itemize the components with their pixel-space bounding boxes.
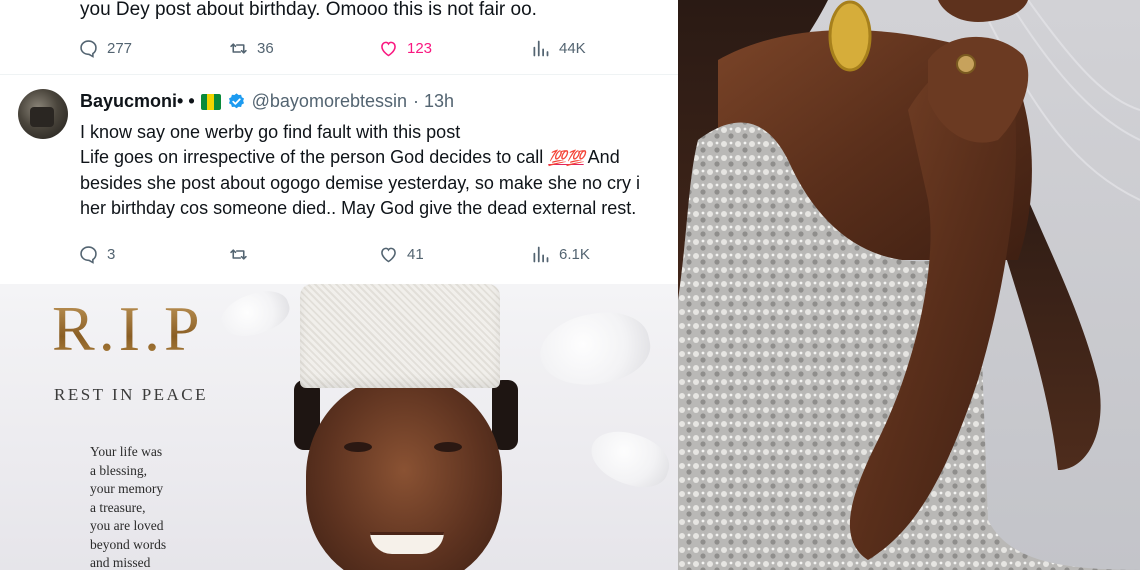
earring <box>828 0 872 72</box>
tweet-2-action-bar: 3 41 6.1K <box>78 242 638 266</box>
dove-decoration <box>584 422 676 496</box>
portrait-smile <box>370 532 444 554</box>
tweet-2-like-count: 41 <box>407 245 424 263</box>
views-icon <box>533 246 549 262</box>
poem-line: beyond words <box>90 536 167 552</box>
flag-icon <box>200 93 221 110</box>
tweet-timestamp[interactable]: · 13h <box>413 91 454 112</box>
portrait-eye <box>344 442 372 452</box>
poem-line: your memory <box>90 481 164 496</box>
tweet-2-header: Bayucmoni• • @bayomorebtessin · 13h <box>80 91 454 112</box>
heart-icon <box>381 247 396 262</box>
birthday-photo-illustration <box>678 0 1140 570</box>
portrait-eye <box>434 442 462 452</box>
tweet-1-like-count: 123 <box>407 39 433 57</box>
tweet-2-views-button[interactable]: 6.1K <box>530 244 590 265</box>
avatar[interactable] <box>18 89 68 139</box>
portrait-cap <box>300 284 500 388</box>
retweet-icon <box>230 42 247 54</box>
reply-icon <box>80 245 97 264</box>
heart-icon <box>381 41 396 56</box>
verified-badge-icon <box>228 93 244 109</box>
poem-line: a treasure, <box>90 499 146 515</box>
tweet-line: her birthday cos someone died.. May God … <box>80 197 637 218</box>
dove-decoration <box>533 303 657 395</box>
tweet-1-retweet-count: 36 <box>257 39 274 57</box>
tweet-2-view-count: 6.1K <box>559 245 590 263</box>
poem-line: a blessing, <box>90 462 147 478</box>
tweet-1-views-button[interactable]: 44K <box>530 38 586 59</box>
hundred-points-emoji: 💯💯 <box>548 149 584 167</box>
tweet-1-retweet-button[interactable]: 36 <box>228 38 274 59</box>
tweet-1-text: you Dey post about birthday. Omooo this … <box>80 0 537 20</box>
retweet-icon <box>230 248 247 260</box>
rip-memorial-image: R.I.P REST IN PEACE Your life was a bles… <box>0 284 678 570</box>
poem-line: you are loved <box>90 518 164 533</box>
tweet-2-retweet-button[interactable] <box>228 244 249 265</box>
tweet-line: besides she post about ogogo demise yest… <box>80 173 640 193</box>
display-name[interactable]: Bayucmoni• • <box>80 91 195 112</box>
tweet-2-text: I know say one werby go find fault with … <box>80 120 678 220</box>
user-handle[interactable]: @bayomorebtessin <box>252 91 407 112</box>
memorial-portrait <box>278 284 538 570</box>
tweet-2-reply-button[interactable]: 3 <box>78 244 115 265</box>
rip-title: R.I.P <box>52 293 204 364</box>
tweet-divider <box>0 74 678 75</box>
tweet-line: I know say one werby go find fault with … <box>80 122 461 142</box>
tweet-2-like-button[interactable]: 41 <box>378 244 424 265</box>
tweet-1-action-bar: 277 36 123 44K <box>78 36 638 60</box>
birthday-photo <box>678 0 1140 570</box>
rip-subtitle: REST IN PEACE <box>54 385 209 404</box>
tweet-1-like-button[interactable]: 123 <box>378 38 432 59</box>
rip-poem: Your life was a blessing, your memory a … <box>90 443 166 570</box>
tweet-1-view-count: 44K <box>559 39 586 57</box>
ring <box>956 54 976 74</box>
tweet-1-reply-button[interactable]: 277 <box>78 38 132 59</box>
tweet-thread-panel: you Dey post about birthday. Omooo this … <box>0 0 678 284</box>
reply-icon <box>80 39 97 58</box>
poem-line: and missed <box>90 555 151 570</box>
poem-line: Your life was <box>90 444 163 459</box>
tweet-2-reply-count: 3 <box>107 245 116 263</box>
chin <box>938 0 1028 22</box>
portrait-hair <box>492 380 518 450</box>
views-icon <box>533 40 549 56</box>
tweet-line: Life goes on irrespective of the person … <box>80 145 678 172</box>
tweet-1-reply-count: 277 <box>107 39 133 57</box>
